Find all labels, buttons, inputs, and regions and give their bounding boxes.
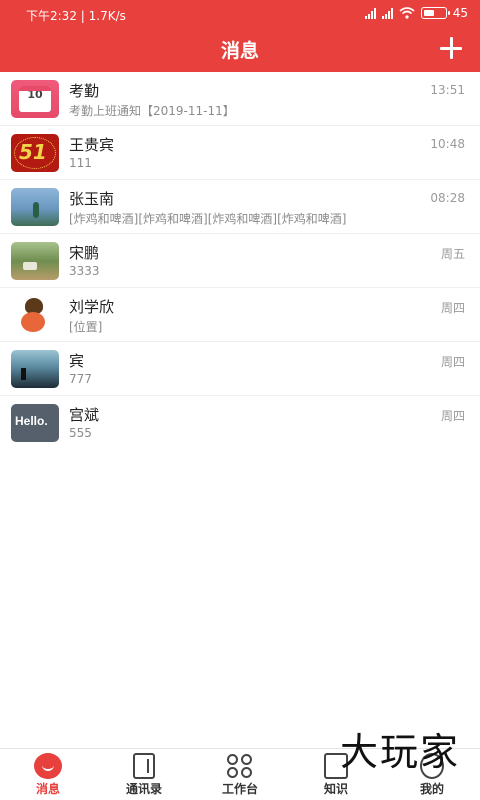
avatar [11, 296, 59, 334]
signal-icon [364, 7, 376, 19]
nav-label: 消息 [35, 782, 60, 796]
nav-workbench[interactable]: 工作台 [192, 749, 288, 800]
message-time: 13:51 [430, 83, 465, 97]
watermark: 大玩家 [339, 730, 460, 774]
avatar [11, 242, 59, 280]
avatar: Hello. [11, 404, 59, 442]
nav-contacts[interactable]: 通讯录 [96, 749, 192, 800]
conversation-item[interactable]: 10 考勤 考勤上班通知【2019-11-11】 13:51 [0, 72, 480, 126]
contacts-icon [133, 753, 155, 779]
message-icon [34, 753, 62, 779]
conversation-item[interactable]: 张玉南 [炸鸡和啤酒][炸鸡和啤酒][炸鸡和啤酒][炸鸡和啤酒] 08:28 [0, 180, 480, 234]
page-title: 消息 [220, 40, 259, 62]
nav-label: 通讯录 [125, 782, 162, 796]
conversation-item[interactable]: 51 王贵宾 111 10:48 [0, 126, 480, 180]
message-preview: [炸鸡和啤酒][炸鸡和啤酒][炸鸡和啤酒][炸鸡和啤酒] [69, 212, 347, 226]
message-time: 周四 [440, 409, 465, 423]
message-time: 08:28 [430, 191, 465, 205]
contact-name: 宫斌 [69, 406, 100, 424]
message-time: 周五 [440, 247, 465, 261]
battery-icon [420, 7, 450, 19]
conversation-item[interactable]: 宋鹏 3333 周五 [0, 234, 480, 288]
battery-level: 45 [452, 6, 468, 20]
workbench-icon [226, 753, 254, 779]
message-time: 周四 [440, 355, 465, 369]
calendar-avatar-icon: 10 [11, 80, 59, 118]
avatar [11, 350, 59, 388]
message-preview: 111 [69, 156, 92, 170]
nav-label: 工作台 [221, 782, 258, 796]
message-list: 10 考勤 考勤上班通知【2019-11-11】 13:51 51 王贵宾 11… [0, 72, 480, 450]
message-preview: 3333 [69, 264, 100, 278]
status-time-speed: 下午2:32 | 1.7K/s [26, 9, 126, 23]
avatar-label: Hello. [15, 414, 48, 428]
conversation-item[interactable]: 刘学欣 [位置] 周四 [0, 288, 480, 342]
message-preview: 555 [69, 426, 92, 440]
contact-name: 刘学欣 [69, 298, 115, 316]
status-icons: 45 [364, 6, 468, 20]
conversation-item[interactable]: Hello. 宫斌 555 周四 [0, 396, 480, 450]
message-preview: [位置] [69, 320, 103, 334]
nav-label: 我的 [419, 782, 444, 796]
message-time: 10:48 [430, 137, 465, 151]
contact-name: 王贵宾 [69, 136, 115, 154]
status-bar: 下午2:32 | 1.7K/s 45 [0, 0, 480, 28]
avatar: 51 [11, 134, 59, 172]
avatar-label: 51 [19, 140, 47, 164]
message-time: 周四 [440, 301, 465, 315]
contact-name: 张玉南 [69, 190, 115, 208]
add-button[interactable] [440, 37, 462, 59]
calendar-day: 10 [19, 86, 51, 112]
app-header: 下午2:32 | 1.7K/s 45 消息 [0, 0, 480, 72]
avatar [11, 188, 59, 226]
contact-name: 宾 [69, 352, 85, 370]
nav-label: 知识 [323, 782, 348, 796]
message-preview: 777 [69, 372, 92, 386]
nav-messages[interactable]: 消息 [0, 749, 96, 800]
wifi-icon [399, 7, 415, 19]
contact-name: 宋鹏 [69, 244, 100, 262]
message-preview: 考勤上班通知【2019-11-11】 [69, 104, 235, 118]
signal-icon-2 [381, 7, 393, 19]
conversation-item[interactable]: 宾 777 周四 [0, 342, 480, 396]
contact-name: 考勤 [69, 82, 100, 100]
